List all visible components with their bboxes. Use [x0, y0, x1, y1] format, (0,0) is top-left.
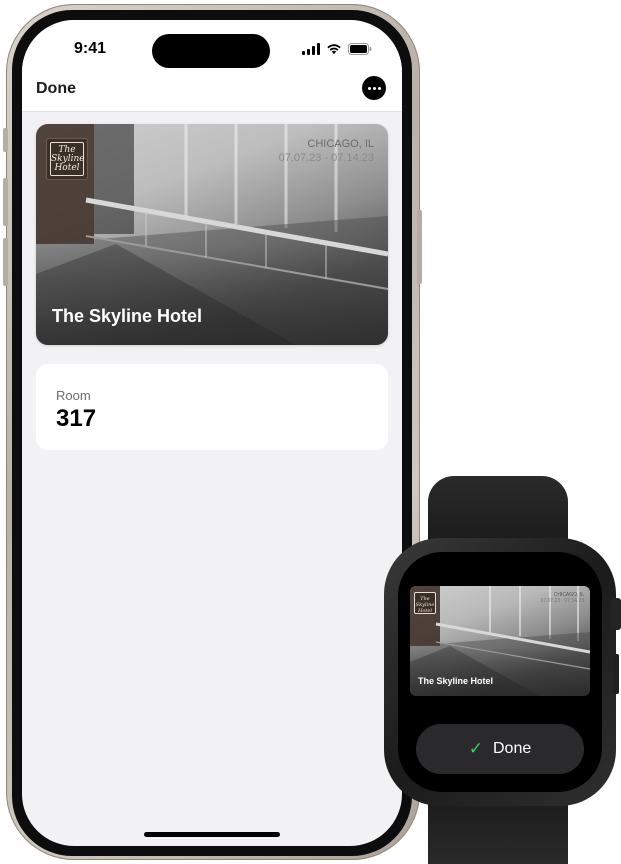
- room-number: 317: [56, 405, 97, 432]
- done-button[interactable]: Done: [36, 80, 76, 98]
- dynamic-island: [152, 34, 270, 68]
- ellipsis-circle-icon[interactable]: [362, 76, 386, 100]
- watch-pass-hotel-name: The Skyline Hotel: [418, 676, 494, 686]
- status-icons: [302, 42, 372, 56]
- status-bar: 9:41: [22, 20, 402, 80]
- room-field-card: Room 317: [36, 364, 388, 450]
- iphone-volume-down: [3, 238, 8, 286]
- hotel-logo-text: The Skyline Hotel: [50, 142, 85, 176]
- watch-screen: The Skyline Hotel CHICAGO, IL 07.07.23 -…: [398, 552, 602, 792]
- watch-hotel-logo: The Skyline Hotel: [414, 592, 436, 614]
- watch-done-label: Done: [493, 740, 532, 757]
- wifi-icon: [326, 43, 342, 55]
- digital-crown[interactable]: [611, 598, 621, 630]
- watch-pass-dates: 07.07.23 - 07.14.23: [540, 598, 584, 604]
- watch-hotel-pass[interactable]: The Skyline Hotel CHICAGO, IL 07.07.23 -…: [410, 586, 590, 696]
- navigation-bar: Done: [22, 72, 402, 112]
- room-label: Room: [56, 388, 91, 403]
- iphone-power-button: [417, 210, 422, 284]
- watch-side-button[interactable]: [613, 654, 619, 694]
- cellular-signal-icon: [302, 43, 320, 55]
- hotel-logo: The Skyline Hotel: [46, 138, 88, 180]
- pass-dates: 07.07.23 - 07.14.23: [278, 152, 374, 164]
- checkmark-icon: ✓: [468, 739, 483, 758]
- home-indicator[interactable]: [144, 832, 280, 837]
- status-time: 9:41: [74, 40, 107, 57]
- iphone-silent-switch: [3, 128, 8, 152]
- iphone-volume-up: [3, 178, 8, 226]
- pass-hotel-name: The Skyline Hotel: [52, 306, 203, 326]
- watch-done-button[interactable]: ✓ Done: [416, 724, 584, 774]
- iphone-screen: 9:41 Done The Skyline Hotel CHICAGO, IL …: [22, 20, 402, 846]
- battery-icon: [348, 43, 372, 55]
- pass-city: CHICAGO, IL: [307, 138, 374, 150]
- hotel-pass-card[interactable]: The Skyline Hotel CHICAGO, IL 07.07.23 -…: [36, 124, 388, 345]
